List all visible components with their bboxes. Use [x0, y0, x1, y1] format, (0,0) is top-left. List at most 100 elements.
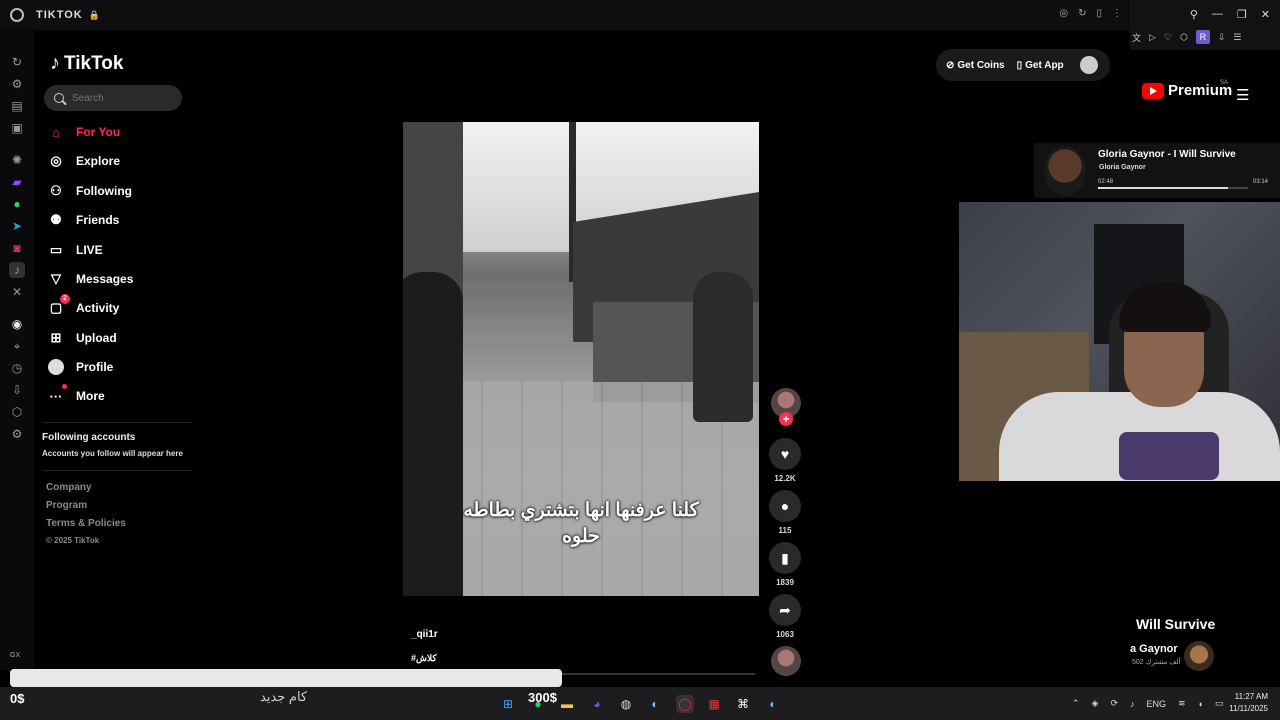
share-button[interactable]: ➦ — [769, 594, 801, 626]
nav-following[interactable]: ⚇ Following — [48, 179, 132, 203]
nav-messages[interactable]: ▽ Messages — [48, 267, 133, 291]
search-input[interactable] — [72, 92, 172, 104]
volume-icon[interactable]: ◖ — [1198, 699, 1203, 709]
youtube-logo[interactable]: Premium — [1142, 82, 1232, 99]
search-box[interactable] — [44, 85, 182, 111]
gx-cleaner-icon[interactable]: ▤ — [9, 98, 25, 114]
lock-icon: 🔒 — [88, 9, 100, 20]
telegram-icon[interactable]: ➤ — [9, 218, 25, 234]
nav-label: Friends — [76, 213, 120, 227]
capcut-icon[interactable]: ⌘ — [734, 695, 752, 713]
history-icon[interactable]: ◷ — [9, 360, 25, 376]
minimize-icon[interactable]: — — [1212, 8, 1223, 21]
user-avatar[interactable] — [1079, 56, 1098, 74]
whatsapp-icon[interactable]: ● — [9, 196, 25, 212]
refresh-icon[interactable]: ↻ — [9, 54, 25, 70]
extension-icon[interactable]: ⬡ — [1180, 32, 1188, 43]
tiktok-sidebar-icon[interactable]: ♪ — [9, 262, 25, 278]
save-button[interactable]: ▮ — [769, 542, 801, 574]
video-player[interactable]: كلنا عرفنها انها بتشتري بطاطه حلوه — [403, 122, 759, 596]
windows-start-icon[interactable]: ⊞ — [499, 695, 517, 713]
download-icon[interactable]: ⇩ — [1218, 32, 1226, 43]
app-icon[interactable]: ▦ — [705, 695, 723, 713]
nav-explore[interactable]: ◎ Explore — [48, 149, 120, 173]
like-button[interactable]: ♥ — [769, 438, 801, 470]
webcam-overlay — [959, 202, 1280, 481]
footer-terms-link[interactable]: Terms & Policies — [46, 518, 126, 529]
downloads-icon[interactable]: ⇩ — [9, 382, 25, 398]
list-icon[interactable]: ☰ — [1233, 32, 1241, 43]
extensions-icon[interactable]: ⬡ — [9, 404, 25, 420]
footer-program-link[interactable]: Program — [46, 500, 87, 511]
youtube-region: SA — [1220, 80, 1229, 86]
settings-gear-icon[interactable]: ⚙ — [9, 426, 25, 442]
video-username[interactable]: _qii1r — [411, 629, 438, 640]
following-accounts-sub: Accounts you follow will appear here — [42, 449, 183, 458]
messages-icon: ▽ — [51, 271, 61, 286]
get-coins-label: Get Coins — [957, 59, 1005, 71]
copyright: © 2025 TikTok — [46, 536, 100, 545]
youtube-artist-avatar[interactable] — [1184, 641, 1214, 671]
now-playing-elapsed: 02:48 — [1098, 179, 1114, 185]
youtube-artist-name[interactable]: a Gaynor — [1130, 643, 1178, 655]
opera-gx-logo-icon[interactable] — [10, 8, 24, 22]
pin-icon[interactable]: ⌖ — [9, 338, 25, 354]
tray-app-icon[interactable]: ◈ — [1092, 698, 1099, 709]
comment-button[interactable]: ● — [769, 490, 801, 522]
next-creator-avatar[interactable] — [771, 646, 801, 676]
chatgpt-icon[interactable]: ✺ — [9, 152, 25, 168]
restore-icon[interactable]: ❐ — [1237, 8, 1247, 21]
tray-sync-icon[interactable]: ⟳ — [1110, 698, 1118, 709]
wifi-icon[interactable]: ≋ — [1178, 698, 1186, 709]
x-icon[interactable]: ✕ — [9, 284, 25, 300]
nav-label: Explore — [76, 154, 121, 168]
close-icon[interactable]: ✕ — [1261, 8, 1270, 21]
translate-icon[interactable]: 文 — [1132, 31, 1141, 44]
nav-for-you[interactable]: ⌂ For You — [48, 120, 120, 144]
microphone-icon[interactable]: ♪ — [1130, 699, 1135, 709]
twitch-icon[interactable]: ▰ — [9, 174, 25, 190]
now-playing-progress[interactable] — [1098, 187, 1248, 189]
follow-plus-button[interactable]: + — [779, 412, 793, 426]
obs-icon[interactable]: ◍ — [617, 695, 635, 713]
discord-icon[interactable]: ◕ — [588, 695, 606, 713]
nav-live[interactable]: ▭ LIVE — [48, 238, 103, 262]
file-explorer-icon[interactable]: ▬ — [558, 695, 576, 713]
gx-corner-icon[interactable]: ▣ — [9, 120, 25, 136]
steam-icon[interactable]: ◐ — [764, 695, 782, 713]
nav-upload[interactable]: ⊞ Upload — [48, 326, 117, 350]
titlebar-icons: ◎ ↻ ▯ ⋮ — [1059, 8, 1122, 19]
reload-icon[interactable]: ↻ — [1078, 8, 1086, 19]
heart-outline-icon[interactable]: ♡ — [1164, 32, 1172, 43]
clock-time[interactable]: 11:27 AM — [1220, 692, 1268, 701]
tab-title[interactable]: TIKTOK — [36, 9, 83, 21]
language-indicator[interactable]: ENG — [1147, 699, 1167, 709]
footer-company-link[interactable]: Company — [46, 482, 92, 493]
tiktok-logo[interactable]: ♪ TikTok — [50, 52, 123, 75]
profile-badge[interactable]: R — [1195, 30, 1210, 44]
hamburger-menu-icon[interactable]: ☰ — [1236, 86, 1249, 104]
opera-gx-taskbar-icon[interactable]: ◯ — [676, 695, 694, 713]
nav-profile[interactable]: Profile — [48, 355, 113, 379]
get-app-button[interactable]: ▯ Get App — [1017, 60, 1064, 71]
search-icon[interactable]: ⚲ — [1190, 8, 1198, 21]
whatsapp-taskbar-icon[interactable]: ● — [529, 695, 547, 713]
menu-dots-icon[interactable]: ⋮ — [1112, 8, 1122, 19]
chevron-up-icon[interactable]: ⌃ — [1072, 698, 1080, 709]
search-icon — [54, 93, 64, 103]
nav-more[interactable]: ··· More — [48, 384, 105, 408]
spotify-icon[interactable]: ◉ — [9, 316, 25, 332]
video-hashtag[interactable]: #كلاش — [411, 653, 437, 664]
instagram-icon[interactable]: ◙ — [9, 240, 25, 256]
gx-control-icon[interactable]: ⚙ — [9, 76, 25, 92]
gx-label: GX — [10, 652, 21, 659]
settings-icon[interactable]: ◎ — [1059, 8, 1068, 19]
clock-date[interactable]: 11/11/2025 — [1210, 704, 1268, 713]
upload-icon: ⊞ — [50, 330, 62, 345]
battery-icon[interactable]: ▯ — [1096, 8, 1102, 19]
nav-activity[interactable]: ▢ 2 Activity — [48, 294, 119, 320]
steam-icon[interactable]: ◐ — [646, 695, 664, 713]
play-icon[interactable]: ▷ — [1149, 32, 1156, 43]
nav-friends[interactable]: ⚉ Friends — [48, 208, 119, 232]
get-coins-button[interactable]: ⊘ Get Coins — [946, 60, 1005, 71]
